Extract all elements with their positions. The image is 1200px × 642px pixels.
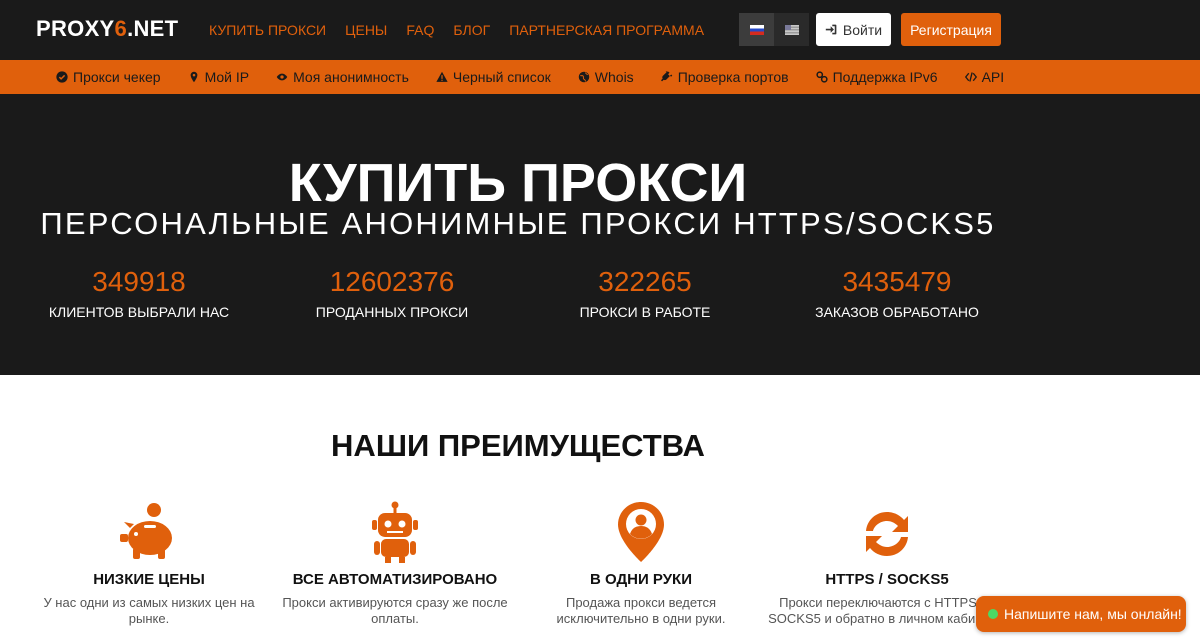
main-nav: КУПИТЬ ПРОКСИ ЦЕНЫ FAQ БЛОГ ПАРТНЕРСКАЯ …	[209, 22, 723, 38]
feature-text: У нас одни из самых низких цен на рынке.	[43, 595, 255, 626]
lang-en-button[interactable]	[774, 13, 809, 46]
nav-partner-program[interactable]: ПАРТНЕРСКАЯ ПРОГРАММА	[509, 22, 704, 38]
link-icon	[815, 71, 828, 83]
robot-icon	[372, 501, 418, 563]
nav-prices[interactable]: ЦЕНЫ	[345, 22, 387, 38]
feature-title: HTTPS / SOCKS5	[825, 571, 949, 588]
sync-arrows-icon	[866, 512, 908, 556]
warning-icon	[436, 71, 448, 82]
tool-proxy-checker[interactable]: Прокси чекер	[56, 69, 161, 85]
globe-icon	[578, 71, 590, 83]
stat-active-proxies: 322265 ПРОКСИ В РАБОТЕ	[545, 266, 745, 320]
hero-subtitle: ПЕРСОНАЛЬНЫЕ АНОНИМНЫЕ ПРОКСИ HTTPS/SOCK…	[40, 206, 996, 241]
stat-label: ЗАКАЗОВ ОБРАБОТАНО	[815, 304, 979, 320]
live-chat-button[interactable]: Напишите нам, мы онлайн!	[976, 596, 1186, 632]
online-status-icon	[988, 609, 998, 619]
feature-title: В ОДНИ РУКИ	[589, 571, 692, 588]
feature-https-socks5: HTTPS / SOCKS5 Прокси переключаются с HT…	[767, 495, 1007, 627]
nav-blog[interactable]: БЛОГ	[453, 22, 490, 38]
ru-flag-icon	[749, 24, 764, 35]
tool-my-ip[interactable]: Мой IP	[188, 69, 249, 85]
logo[interactable]: PROXY6.NET	[36, 16, 178, 42]
map-marker-icon	[190, 71, 197, 83]
stat-sold-proxies: 12602376 ПРОДАННЫХ ПРОКСИ	[292, 266, 492, 320]
tool-api[interactable]: API	[964, 69, 1004, 85]
feature-automated: ВСЕ АВТОМАТИЗИРОВАНО Прокси активируются…	[275, 495, 515, 627]
tools-bar: Прокси чекер Мой IP Моя анонимность Черн…	[0, 60, 1200, 94]
tool-ipv6-support[interactable]: Поддержка IPv6	[815, 69, 938, 85]
stat-value: 322265	[598, 266, 692, 297]
stat-value: 12602376	[329, 266, 455, 297]
tool-blacklist[interactable]: Черный список	[436, 69, 551, 85]
check-circle-icon	[56, 71, 68, 83]
top-navbar: PROXY6.NET КУПИТЬ ПРОКСИ ЦЕНЫ FAQ БЛОГ П…	[0, 0, 1200, 60]
user-pin-icon	[618, 502, 664, 562]
stat-value: 3435479	[842, 266, 952, 297]
stat-label: КЛИЕНТОВ ВЫБРАЛИ НАС	[48, 304, 230, 320]
tool-whois[interactable]: Whois	[578, 69, 634, 85]
feature-title: НИЗКИЕ ЦЕНЫ	[93, 571, 205, 588]
feature-title: ВСЕ АВТОМАТИЗИРОВАНО	[292, 571, 498, 588]
stat-orders-processed: 3435479 ЗАКАЗОВ ОБРАБОТАНО	[797, 266, 997, 320]
feature-single-owner: В ОДНИ РУКИ Продажа прокси ведется исклю…	[521, 495, 761, 627]
stat-value: 349918	[92, 266, 186, 297]
feature-text: Прокси переключаются с HTTPS на SOCKS5 и…	[768, 595, 1006, 626]
feature-text: Продажа прокси ведется исключительно в о…	[556, 595, 726, 626]
code-icon	[964, 72, 977, 82]
plug-icon	[660, 71, 672, 82]
sign-in-icon	[825, 24, 837, 35]
tool-port-check[interactable]: Проверка портов	[660, 69, 789, 85]
stat-label: ПРОДАННЫХ ПРОКСИ	[315, 304, 469, 320]
register-button[interactable]: Регистрация	[901, 13, 1001, 46]
piggy-bank-icon	[120, 503, 172, 559]
feature-low-prices: НИЗКИЕ ЦЕНЫ У нас одни из самых низких ц…	[29, 495, 269, 627]
language-switcher	[739, 13, 809, 46]
nav-buy-proxy[interactable]: КУПИТЬ ПРОКСИ	[209, 22, 326, 38]
hero-title: КУПИТЬ ПРОКСИ	[288, 153, 748, 213]
nav-faq[interactable]: FAQ	[406, 22, 434, 38]
tool-my-anonymity[interactable]: Моя анонимность	[276, 69, 409, 85]
stat-label: ПРОКСИ В РАБОТЕ	[579, 304, 711, 320]
login-button[interactable]: Войти	[816, 13, 891, 46]
advantages-title: НАШИ ПРЕИМУЩЕСТВА	[331, 428, 705, 463]
us-flag-icon	[784, 24, 799, 35]
feature-text: Прокси активируются сразу же после оплат…	[282, 595, 508, 626]
stat-clients: 349918 КЛИЕНТОВ ВЫБРАЛИ НАС	[39, 266, 239, 320]
lang-ru-button[interactable]	[739, 13, 774, 46]
hero-section: КУПИТЬ ПРОКСИ ПЕРСОНАЛЬНЫЕ АНОНИМНЫЕ ПРО…	[0, 94, 1200, 375]
eye-icon	[276, 73, 288, 81]
